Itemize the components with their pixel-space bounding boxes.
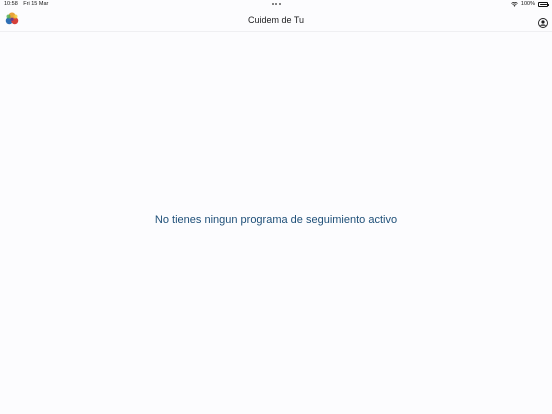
status-time: 10:58 <box>4 1 18 7</box>
app-logo-icon[interactable] <box>4 11 20 27</box>
empty-state-message: No tienes ningun programa de seguimiento… <box>154 214 398 226</box>
status-right: 100% <box>511 0 549 9</box>
status-date: Fri 15 Mar <box>23 1 49 7</box>
profile-icon[interactable] <box>538 15 548 28</box>
nav-title: Cuidem de Tu <box>247 15 305 25</box>
battery-percent: 100% <box>520 1 535 7</box>
multitask-dots-icon[interactable] <box>272 3 281 5</box>
wifi-icon <box>511 2 518 7</box>
navigation-bar: Cuidem de Tu <box>0 9 552 32</box>
status-bar: 10:58 Fri 15 Mar 100% <box>0 0 552 9</box>
battery-icon <box>538 2 549 7</box>
status-left: 10:58 Fri 15 Mar <box>4 0 52 9</box>
